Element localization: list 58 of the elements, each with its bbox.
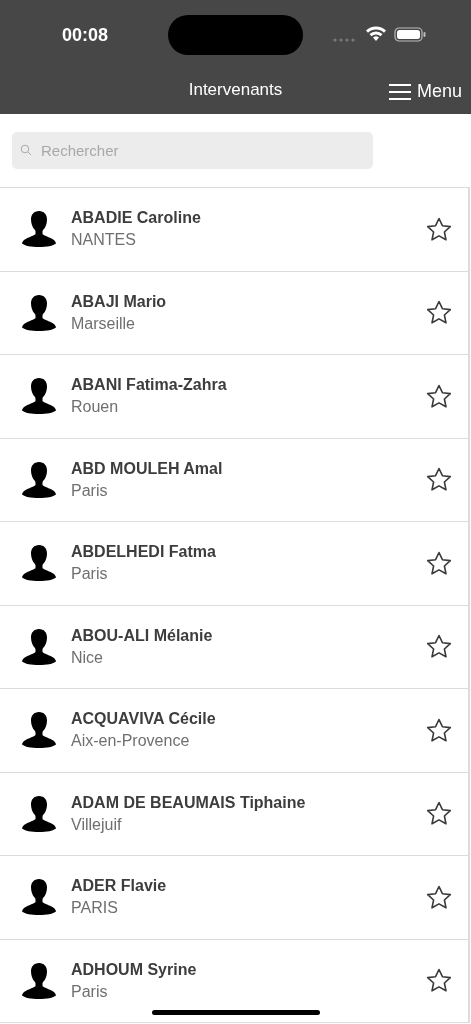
person-icon — [22, 293, 56, 332]
contact-row[interactable]: ABAJI Mario Marseille — [0, 271, 468, 355]
nav-title: Intervenants — [188, 79, 283, 102]
menu-button[interactable]: Menu — [388, 78, 462, 105]
contact-city: Marseille — [71, 313, 136, 334]
contact-name: ADER Flavie — [71, 876, 168, 897]
contact-name: ABOU-ALI Mélanie — [71, 625, 214, 646]
contact-name: ABANI Fatima-Zahra — [71, 375, 228, 396]
search-field[interactable]: Rechercher — [12, 132, 373, 169]
star-icon[interactable] — [426, 216, 452, 242]
contact-row[interactable]: ABOU-ALI Mélanie Nice — [0, 605, 468, 689]
menu-icon — [388, 82, 411, 101]
star-icon[interactable] — [426, 467, 452, 493]
person-icon — [22, 627, 56, 666]
star-icon[interactable] — [426, 717, 452, 743]
contact-name: ABAJI Mario — [71, 291, 168, 312]
contact-row[interactable]: ABD MOULEH Amal Paris — [0, 438, 468, 522]
contact-row[interactable]: ABADIE Caroline NANTES — [0, 188, 468, 272]
contact-city: Paris — [71, 981, 109, 1002]
star-icon[interactable] — [426, 884, 452, 910]
signal-icon — [333, 38, 357, 42]
contact-row[interactable]: ADAM DE BEAUMAIS Tiphaine Villejuif — [0, 772, 468, 856]
person-icon — [22, 544, 56, 583]
contact-name: ABADIE Caroline — [71, 208, 202, 229]
contact-city: Nice — [71, 647, 104, 668]
star-icon[interactable] — [426, 300, 452, 326]
person-icon — [22, 878, 56, 917]
contact-city: Villejuif — [71, 814, 123, 835]
contact-name: ADAM DE BEAUMAIS Tiphaine — [71, 792, 307, 813]
contact-city: Rouen — [71, 397, 120, 418]
battery-icon — [394, 27, 426, 42]
contact-city: Aix-en-Provence — [71, 731, 191, 752]
status-time: 00:08 — [62, 23, 109, 47]
star-icon[interactable] — [426, 801, 452, 827]
wifi-icon — [365, 26, 387, 42]
contact-name: ABDELHEDI Fatma — [71, 542, 217, 563]
search-icon — [20, 144, 32, 156]
contact-name: ACQUAVIVA Cécile — [71, 709, 217, 730]
contact-row[interactable]: ABDELHEDI Fatma Paris — [0, 522, 468, 606]
contact-city: Paris — [71, 480, 109, 501]
contact-city: PARIS — [71, 898, 119, 919]
contact-name: ABD MOULEH Amal — [71, 458, 224, 479]
star-icon[interactable] — [426, 383, 452, 409]
person-icon — [22, 460, 56, 499]
person-icon — [22, 210, 56, 249]
star-icon[interactable] — [426, 968, 452, 994]
contact-city: Paris — [71, 564, 109, 585]
contact-row[interactable]: ADER Flavie PARIS — [0, 856, 468, 940]
star-icon[interactable] — [426, 550, 452, 576]
contact-city: NANTES — [71, 230, 137, 251]
contact-name: ADHOUM Syrine — [71, 959, 198, 980]
contact-row[interactable]: ACQUAVIVA Cécile Aix-en-Provence — [0, 689, 468, 773]
contact-row[interactable]: ABANI Fatima-Zahra Rouen — [0, 355, 468, 439]
star-icon[interactable] — [426, 634, 452, 660]
person-icon — [22, 711, 56, 750]
person-icon — [22, 377, 56, 416]
person-icon — [22, 794, 56, 833]
person-icon — [22, 961, 56, 1000]
